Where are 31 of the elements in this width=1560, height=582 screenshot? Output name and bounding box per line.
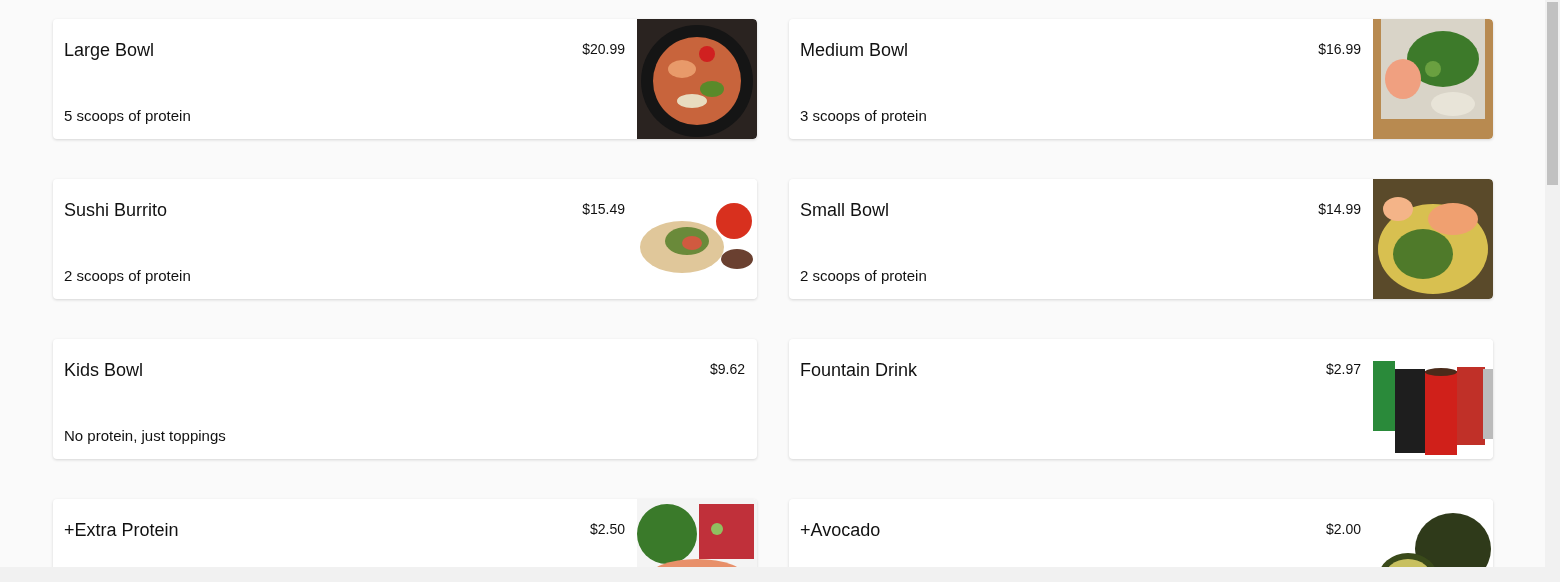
item-name: +Avocado (800, 519, 881, 541)
item-description: 5 scoops of protein (64, 107, 192, 125)
item-name: Sushi Burrito (64, 199, 168, 221)
item-price: $14.99 (1318, 200, 1361, 218)
item-price: $2.50 (589, 520, 625, 538)
menu-card[interactable]: Large Bowl $20.99 5 scoops of protein (53, 19, 757, 139)
vertical-scrollbar[interactable] (1545, 0, 1560, 567)
menu-card[interactable]: +Extra Protein $2.50 (53, 499, 757, 567)
item-description: 3 scoops of protein (800, 107, 928, 125)
menu-card[interactable]: Fountain Drink $2.97 (789, 339, 1493, 459)
item-description: 2 scoops of protein (800, 267, 928, 285)
item-name: Large Bowl (64, 39, 155, 61)
item-name: +Extra Protein (64, 519, 179, 541)
item-price: $16.99 (1318, 40, 1361, 58)
item-description: No protein, just toppings (64, 427, 227, 445)
item-price: $20.99 (582, 40, 625, 58)
menu-card[interactable]: Small Bowl $14.99 2 scoops of protein (789, 179, 1493, 299)
item-description: 2 scoops of protein (64, 267, 192, 285)
menu-card[interactable]: Kids Bowl $9.62 No protein, just toppings (53, 339, 757, 459)
item-price: $9.62 (709, 360, 745, 378)
item-name: Fountain Drink (800, 359, 918, 381)
item-name: Medium Bowl (800, 39, 909, 61)
menu-card[interactable]: Medium Bowl $16.99 3 scoops of protein (789, 19, 1493, 139)
item-name: Small Bowl (800, 199, 890, 221)
menu-card[interactable]: +Avocado $2.00 (789, 499, 1493, 567)
menu-card[interactable]: Sushi Burrito $15.49 2 scoops of protein (53, 179, 757, 299)
item-name: Kids Bowl (64, 359, 144, 381)
horizontal-scrollbar[interactable] (0, 567, 1560, 582)
item-price: $15.49 (582, 200, 625, 218)
item-price: $2.00 (1325, 520, 1361, 538)
item-price: $2.97 (1325, 360, 1361, 378)
